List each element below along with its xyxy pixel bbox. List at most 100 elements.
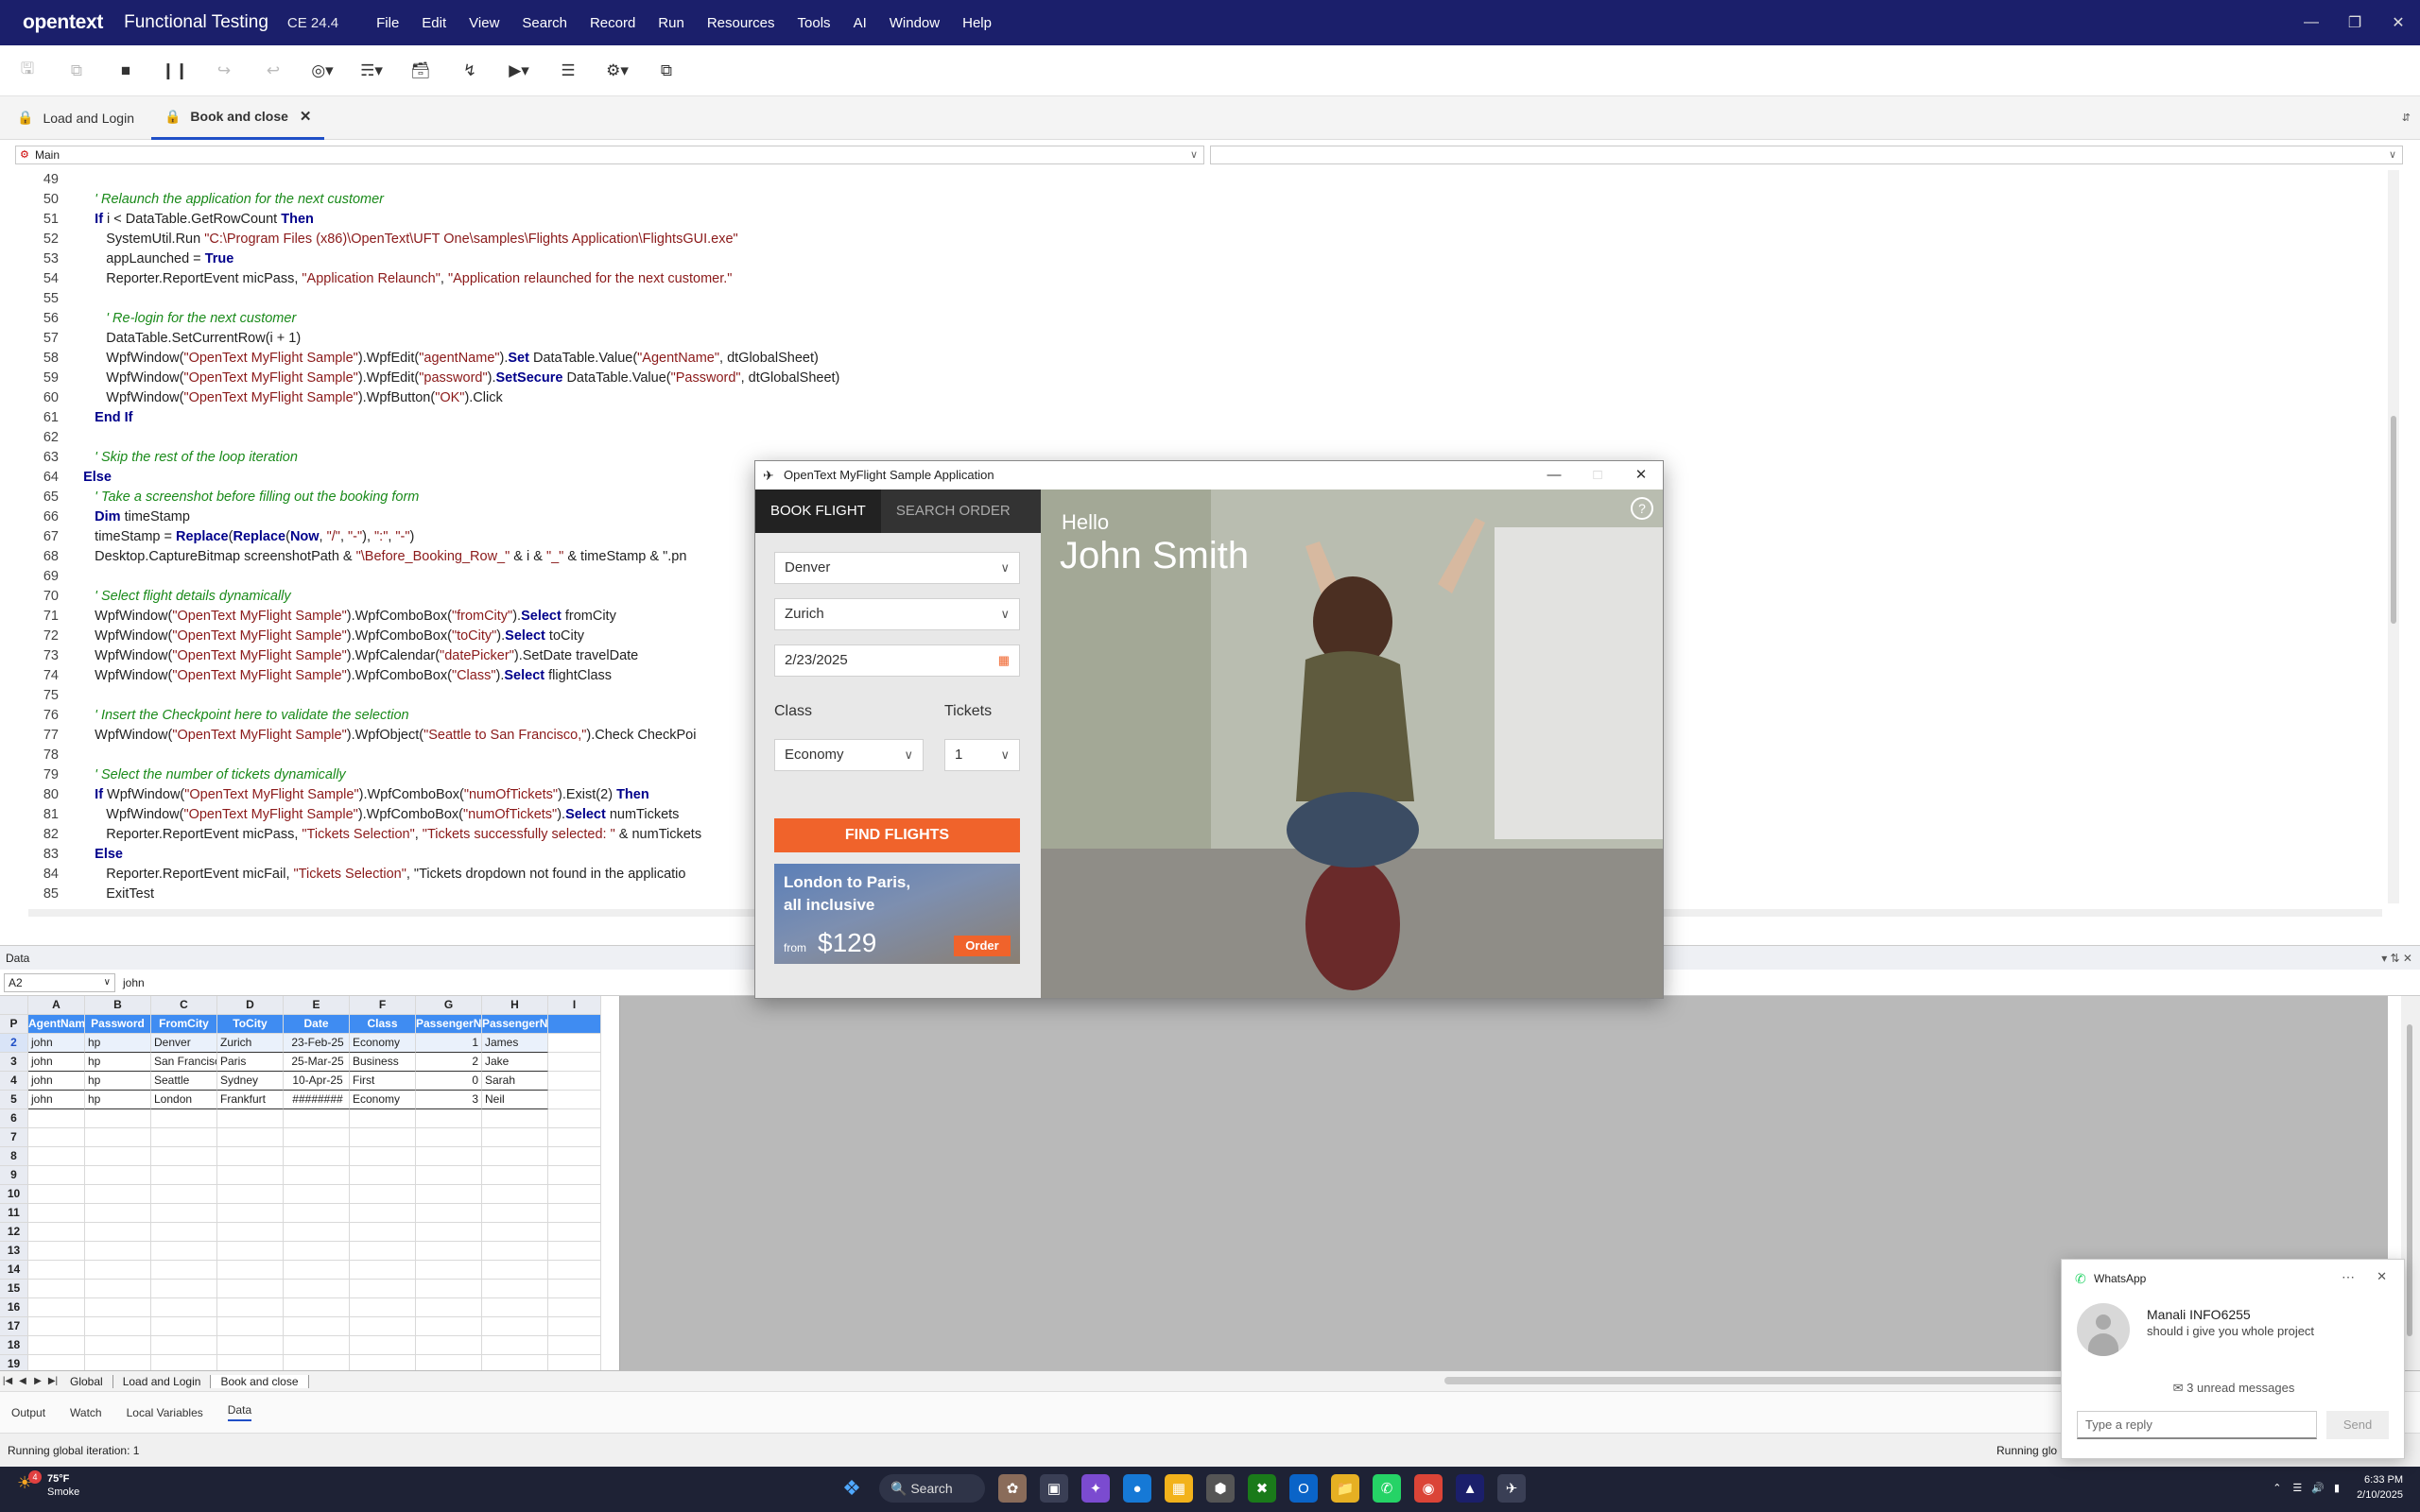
grid-cell[interactable]: [284, 1223, 350, 1242]
table-row[interactable]: 2 john hp Denver Zurich 23-Feb-25 Economy 1 Jame…: [0, 1034, 601, 1053]
grid-cell[interactable]: ########: [284, 1091, 350, 1109]
grid-cell[interactable]: Neil: [482, 1091, 548, 1109]
code-line[interactable]: 51 If i < DataTable.GetRowCount Then: [17, 210, 314, 230]
menu-item-file[interactable]: File: [376, 15, 399, 31]
close-icon[interactable]: ✕: [2377, 13, 2420, 32]
grid-cell[interactable]: [28, 1223, 85, 1242]
menu-item-help[interactable]: Help: [962, 15, 992, 31]
table-row[interactable]: 10: [0, 1185, 601, 1204]
grid-cell[interactable]: [284, 1242, 350, 1261]
grid-cell[interactable]: Economy: [350, 1091, 416, 1109]
code-line[interactable]: 84 Reporter.ReportEvent micFail, "Ticket…: [17, 865, 686, 885]
table-row[interactable]: 12: [0, 1223, 601, 1242]
table-row[interactable]: 4 john hp Seattle Sydney 10-Apr-25 First 0 Sarah: [0, 1072, 601, 1091]
grid-cell[interactable]: [482, 1280, 548, 1298]
copilot-icon[interactable]: ✦: [1081, 1474, 1110, 1503]
table-row[interactable]: 11: [0, 1204, 601, 1223]
code-line[interactable]: 69: [17, 567, 72, 587]
grid-cell[interactable]: [217, 1185, 284, 1204]
taskbar-search[interactable]: 🔍 Search: [879, 1474, 985, 1503]
code-line[interactable]: 67 timeStamp = Replace(Replace(Now, "/",…: [17, 527, 415, 547]
code-line[interactable]: 74 WpfWindow("OpenText MyFlight Sample")…: [17, 666, 612, 686]
grid-cell[interactable]: [482, 1336, 548, 1355]
menu-item-edit[interactable]: Edit: [422, 15, 446, 31]
tab-search-order[interactable]: SEARCH ORDER: [881, 490, 1026, 533]
code-line[interactable]: 56 ' Re-login for the next customer: [17, 309, 296, 329]
close-tab-icon[interactable]: ✕: [300, 108, 312, 125]
grid-cell[interactable]: hp: [85, 1053, 151, 1072]
code-line[interactable]: 57 DataTable.SetCurrentRow(i + 1): [17, 329, 301, 349]
grid-cell[interactable]: [350, 1185, 416, 1204]
grid-cell[interactable]: Sarah: [482, 1072, 548, 1091]
grid-cell[interactable]: [151, 1261, 217, 1280]
grid-cell[interactable]: [350, 1109, 416, 1128]
code-line[interactable]: 77 WpfWindow("OpenText MyFlight Sample")…: [17, 726, 697, 746]
class-select[interactable]: Economy ∨: [774, 739, 924, 771]
grid-cell[interactable]: [482, 1204, 548, 1223]
grid-cell[interactable]: [548, 1128, 601, 1147]
grid-cell[interactable]: [350, 1166, 416, 1185]
tickets-select[interactable]: 1 ∨: [944, 739, 1020, 771]
grid-cell[interactable]: [28, 1185, 85, 1204]
table-row[interactable]: 16: [0, 1298, 601, 1317]
window-icon[interactable]: ⧉: [654, 59, 679, 83]
checkpoint-icon[interactable]: ↯: [458, 59, 482, 83]
grid-cell[interactable]: [217, 1109, 284, 1128]
archive-icon[interactable]: 🗃: [408, 59, 433, 83]
table-row[interactable]: 5 john hp London Frankfurt ######## Economy 3 Ne…: [0, 1091, 601, 1109]
code-line[interactable]: 52 SystemUtil.Run "C:\Program Files (x86…: [17, 230, 738, 249]
table-row[interactable]: 7: [0, 1128, 601, 1147]
last-sheet-icon[interactable]: ▶|: [45, 1376, 60, 1386]
maximize-icon[interactable]: □: [1576, 461, 1619, 490]
grid-cell[interactable]: 23-Feb-25: [284, 1034, 350, 1053]
store-icon[interactable]: ▦: [1165, 1474, 1193, 1503]
grid-cell[interactable]: [482, 1109, 548, 1128]
app-icon[interactable]: ⬢: [1206, 1474, 1235, 1503]
grid-cell[interactable]: [151, 1223, 217, 1242]
grid-cell[interactable]: [85, 1298, 151, 1317]
code-line[interactable]: 50 ' Relaunch the application for the ne…: [17, 190, 384, 210]
grid-cell[interactable]: [28, 1109, 85, 1128]
grid-cell[interactable]: [284, 1336, 350, 1355]
promo-banner[interactable]: London to Paris, all inclusive from $129…: [774, 864, 1020, 964]
whatsapp-icon[interactable]: ✆: [1373, 1474, 1401, 1503]
whatsapp-notification[interactable]: ✆ WhatsApp ⋯ ✕ Manali INFO6255 should i …: [2061, 1259, 2405, 1459]
flight-app-icon[interactable]: ✈: [1497, 1474, 1526, 1503]
grid-cell[interactable]: [284, 1261, 350, 1280]
minimize-icon[interactable]: —: [2290, 14, 2333, 31]
grid-cell[interactable]: [482, 1166, 548, 1185]
grid-cell[interactable]: [416, 1166, 482, 1185]
sheet-hscrollbar[interactable]: [1444, 1377, 2068, 1384]
code-line[interactable]: 59 WpfWindow("OpenText MyFlight Sample")…: [17, 369, 840, 388]
grid-cell[interactable]: [284, 1317, 350, 1336]
grid-cell[interactable]: [284, 1204, 350, 1223]
grid-cell[interactable]: [548, 1280, 601, 1298]
grid-cell[interactable]: [416, 1109, 482, 1128]
grid-cell[interactable]: [548, 1223, 601, 1242]
tab-load-and-login[interactable]: 🔒 Load and Login: [4, 96, 147, 140]
grid-cell[interactable]: [217, 1128, 284, 1147]
grid-cell[interactable]: Seattle: [151, 1072, 217, 1091]
grid-cell[interactable]: hp: [85, 1072, 151, 1091]
tab-book-flight[interactable]: BOOK FLIGHT: [755, 490, 881, 533]
grid-cell[interactable]: [217, 1147, 284, 1166]
close-icon[interactable]: ✕: [1619, 461, 1663, 490]
file-explorer-icon[interactable]: 📁: [1331, 1474, 1359, 1503]
code-line[interactable]: 65 ' Take a screenshot before filling ou…: [17, 488, 420, 507]
panel-controls-icon[interactable]: ▾ ⇅ ✕: [2381, 946, 2412, 971]
grid-cell[interactable]: [548, 1298, 601, 1317]
grid-cell[interactable]: [151, 1109, 217, 1128]
grid-cell[interactable]: [85, 1204, 151, 1223]
chrome-icon[interactable]: ◉: [1414, 1474, 1443, 1503]
table-row[interactable]: PAgentNamePasswordFromCityToCityDateClas…: [0, 1015, 601, 1034]
volume-icon[interactable]: 🔊: [2311, 1482, 2325, 1494]
grid-cell[interactable]: [28, 1128, 85, 1147]
prev-sheet-icon[interactable]: ◀: [15, 1376, 30, 1386]
code-line[interactable]: 58 WpfWindow("OpenText MyFlight Sample")…: [17, 349, 819, 369]
code-line[interactable]: 73 WpfWindow("OpenText MyFlight Sample")…: [17, 646, 638, 666]
grid-cell[interactable]: 0: [416, 1072, 482, 1091]
send-button[interactable]: Send: [2326, 1411, 2389, 1439]
step-over-icon[interactable]: ↩: [261, 59, 285, 83]
table-row[interactable]: 13: [0, 1242, 601, 1261]
menu-item-tools[interactable]: Tools: [798, 15, 831, 31]
